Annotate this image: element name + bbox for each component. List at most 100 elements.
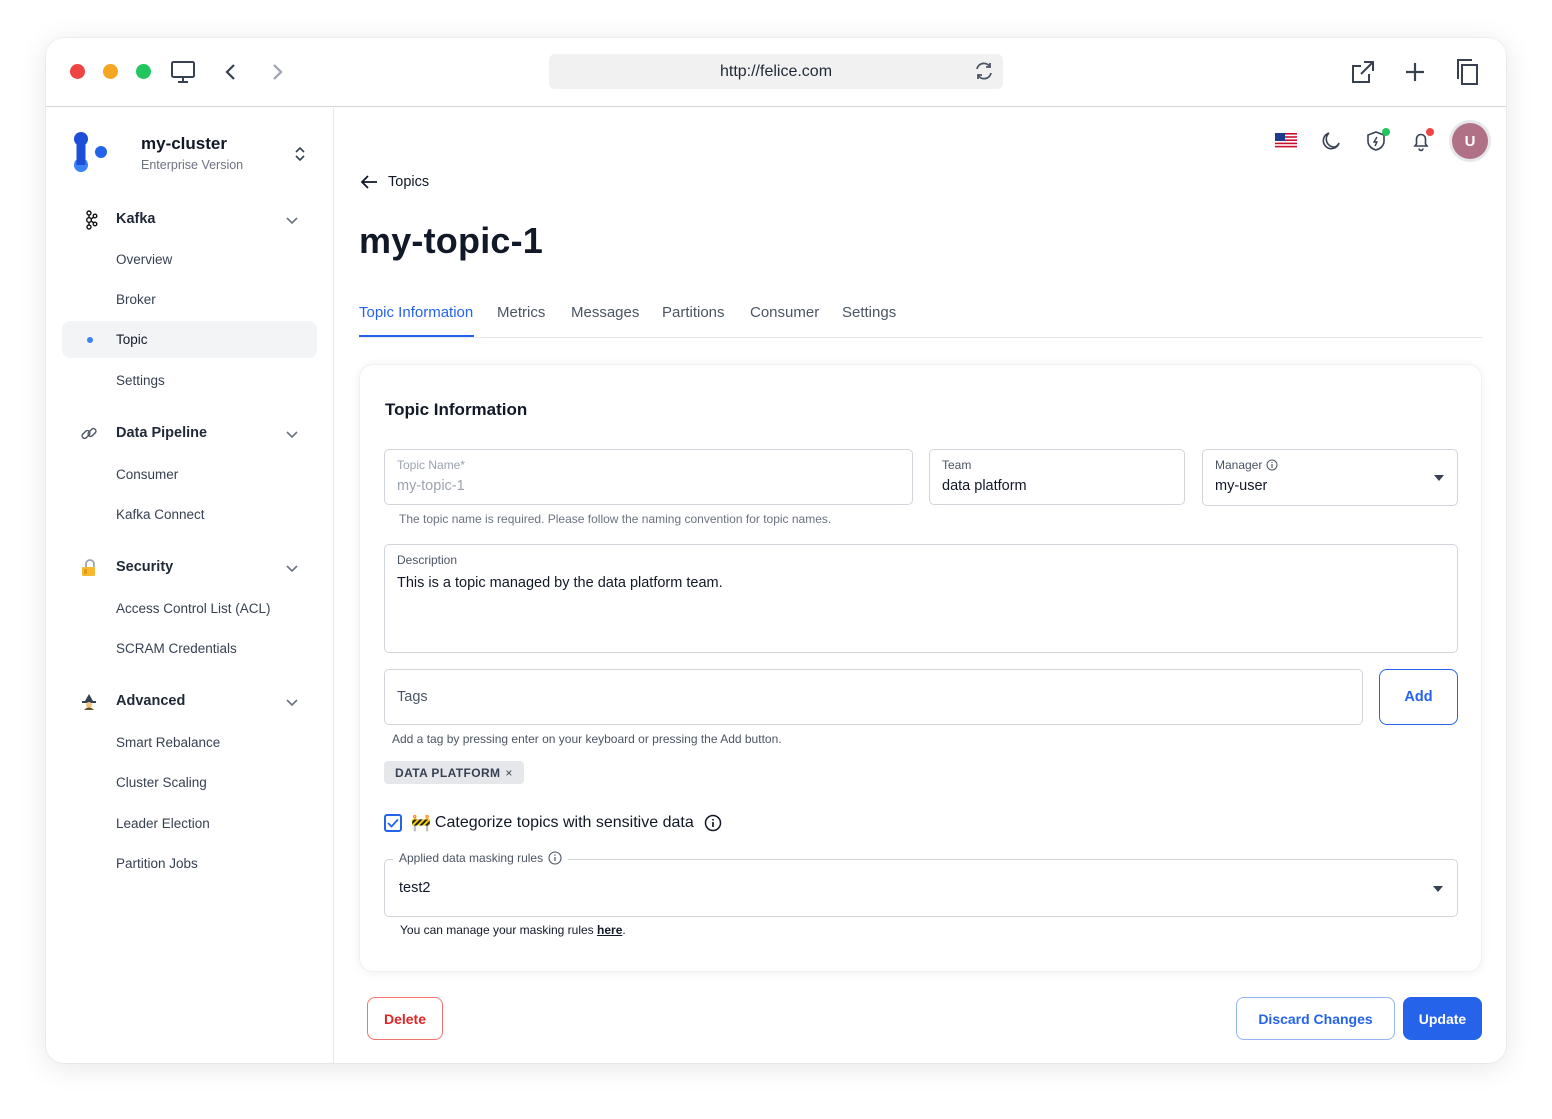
felice-logo-icon (74, 132, 107, 172)
url-bar[interactable]: http://felice.com (549, 54, 1003, 89)
active-indicator (87, 337, 93, 343)
back-link[interactable]: Topics (360, 174, 429, 190)
copy-window-icon[interactable] (1452, 57, 1482, 87)
manager-label-text: Manager (1215, 458, 1263, 472)
masking-rules-select[interactable]: Applied data masking rules test2 (384, 851, 1458, 917)
field-label: Team (942, 458, 972, 472)
description-field[interactable]: Description This is a topic managed by t… (384, 544, 1458, 653)
arrow-left-icon (360, 175, 377, 189)
sidebar-item-topic[interactable]: Topic (62, 321, 317, 358)
url-text: http://felice.com (719, 62, 833, 80)
cluster-name: my-cluster (141, 134, 227, 153)
tab-partitions[interactable]: Partitions (662, 304, 725, 321)
monitor-icon[interactable] (168, 57, 198, 87)
construction-icon: 🚧 (411, 815, 431, 832)
tab-metrics[interactable]: Metrics (497, 304, 545, 321)
manager-select[interactable]: Manager my-user (1202, 449, 1458, 506)
check-icon (387, 818, 399, 828)
page-title: my-topic-1 (359, 220, 544, 261)
sidebar-item-kafka-connect[interactable]: Kafka Connect (62, 496, 317, 533)
sidebar-item-broker[interactable]: Broker (62, 281, 317, 318)
card-title: Topic Information (385, 400, 528, 419)
nav-group-label: Kafka (116, 211, 156, 227)
tags-helper: Add a tag by pressing enter on your keyb… (392, 732, 782, 746)
field-value: This is a topic managed by the data plat… (397, 575, 723, 591)
nav-group-advanced[interactable]: Advanced (46, 690, 334, 714)
note-suffix: . (622, 923, 626, 937)
browser-toolbar: http://felice.com (46, 38, 1506, 107)
maximize-window-button[interactable] (136, 64, 151, 79)
sidebar-item-label: Topic (116, 332, 148, 347)
chevron-down-icon (286, 217, 298, 225)
reload-icon[interactable] (973, 60, 995, 82)
tab-consumer[interactable]: Consumer (750, 304, 819, 321)
open-external-icon[interactable] (1348, 57, 1378, 87)
sidebar-item-cluster-scaling[interactable]: Cluster Scaling (62, 764, 317, 801)
team-field[interactable]: Team data platform (929, 449, 1185, 505)
sidebar-item-label: Leader Election (116, 816, 210, 831)
sidebar-item-overview[interactable]: Overview (62, 241, 317, 278)
notification-dot (1426, 128, 1434, 136)
back-arrow-icon[interactable] (216, 57, 246, 87)
nav-group-label: Data Pipeline (116, 425, 208, 441)
shield-icon[interactable] (1363, 128, 1390, 154)
cluster-switch-icon[interactable] (290, 144, 310, 164)
info-icon (548, 851, 562, 865)
us-flag-icon[interactable] (1273, 128, 1299, 154)
sidebar-item-scram-credentials[interactable]: SCRAM Credentials (62, 630, 317, 667)
sidebar-item-smart-rebalance[interactable]: Smart Rebalance (62, 724, 317, 761)
sidebar-item-label: SCRAM Credentials (116, 641, 237, 656)
masking-rules-link[interactable]: here (597, 923, 622, 937)
link-icon (79, 424, 99, 444)
sidebar-item-label: Cluster Scaling (116, 775, 207, 790)
tab-messages[interactable]: Messages (571, 304, 639, 321)
avatar[interactable]: U (1452, 123, 1488, 159)
minimize-window-button[interactable] (103, 64, 118, 79)
bell-icon[interactable] (1408, 128, 1434, 154)
tags-input[interactable]: Tags (384, 669, 1363, 725)
sidebar-item-leader-election[interactable]: Leader Election (62, 805, 317, 842)
tab-settings[interactable]: Settings (842, 304, 896, 321)
field-label: Description (397, 553, 458, 567)
field-value: data platform (942, 478, 1027, 494)
nav-group-data-pipeline[interactable]: Data Pipeline (46, 422, 334, 446)
chevron-down-icon (286, 565, 298, 573)
close-window-button[interactable] (70, 64, 85, 79)
topic-name-field[interactable]: Topic Name* my-topic-1 (384, 449, 913, 505)
sidebar-item-partition-jobs[interactable]: Partition Jobs (62, 845, 317, 882)
update-button[interactable]: Update (1403, 997, 1482, 1040)
moon-icon[interactable] (1318, 128, 1344, 154)
tab-topic-information[interactable]: Topic Information (359, 304, 473, 321)
field-value: my-topic-1 (397, 478, 465, 494)
new-tab-icon[interactable] (1400, 57, 1430, 87)
browser-window: http://felice.com my-cluster Enterprise … (46, 38, 1506, 1063)
sidebar-item-consumer[interactable]: Consumer (62, 456, 317, 493)
add-tag-button[interactable]: Add (1379, 669, 1458, 725)
topic-information-card: Topic Information Topic Name* my-topic-1… (359, 364, 1482, 972)
forward-arrow-icon[interactable] (262, 57, 292, 87)
nav-group-label: Advanced (116, 693, 186, 709)
masking-rules-label: Applied data masking rules (393, 851, 569, 865)
sidebar-item-settings[interactable]: Settings (62, 362, 317, 399)
lock-icon (79, 558, 99, 578)
field-label: Topic Name* (397, 458, 466, 472)
sensitive-data-checkbox[interactable] (384, 814, 402, 832)
delete-button[interactable]: Delete (367, 997, 443, 1040)
sidebar-item-label: Kafka Connect (116, 507, 205, 522)
discard-changes-button[interactable]: Discard Changes (1236, 997, 1395, 1040)
field-value: my-user (1215, 478, 1268, 494)
tag-remove-button[interactable]: × (505, 766, 512, 780)
nav-group-label: Security (116, 559, 174, 575)
topic-name-helper: The topic name is required. Please follo… (399, 512, 832, 526)
info-icon[interactable] (704, 814, 722, 832)
tag-chip: DATA PLATFORM × (384, 761, 524, 784)
status-dot (1382, 128, 1390, 136)
sidebar-item-acl[interactable]: Access Control List (ACL) (62, 590, 317, 627)
dropdown-caret-icon (1433, 886, 1443, 892)
sidebar-item-label: Overview (116, 252, 173, 267)
nav-group-security[interactable]: Security (46, 556, 334, 580)
nav-group-kafka[interactable]: Kafka (46, 208, 334, 232)
masking-rules-label-text: Applied data masking rules (399, 851, 544, 865)
sidebar-item-label: Consumer (116, 467, 179, 482)
chevron-down-icon (286, 431, 298, 439)
